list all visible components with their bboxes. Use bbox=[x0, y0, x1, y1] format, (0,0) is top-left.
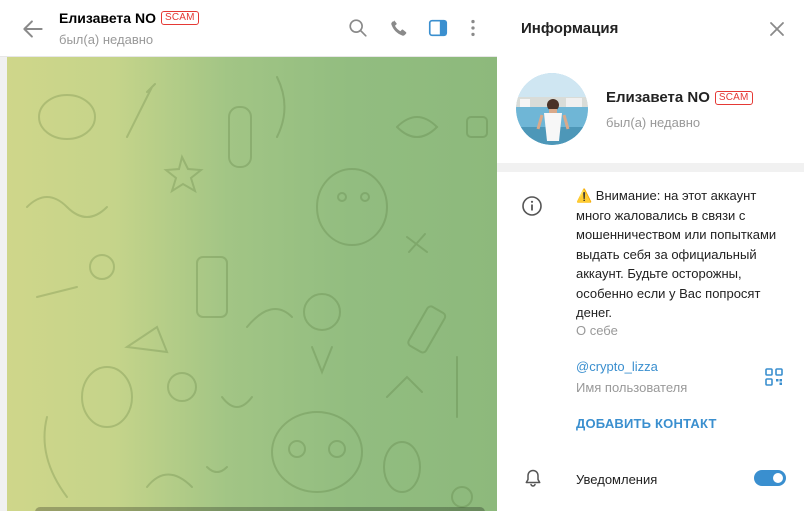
avatar[interactable] bbox=[516, 73, 588, 145]
composer-shadow bbox=[35, 507, 485, 511]
bell-icon bbox=[525, 469, 541, 487]
info-circle-icon bbox=[522, 196, 542, 216]
scam-badge: SCAM bbox=[160, 11, 199, 25]
phone-icon[interactable] bbox=[388, 17, 410, 39]
qr-code-icon[interactable] bbox=[765, 368, 783, 386]
back-arrow-icon[interactable] bbox=[20, 16, 46, 42]
notifications-toggle[interactable] bbox=[754, 470, 786, 486]
about-label: О себе bbox=[576, 323, 618, 338]
toggle-knob bbox=[771, 471, 785, 485]
search-icon[interactable] bbox=[347, 17, 369, 39]
profile-name: Елизавета NO bbox=[606, 89, 710, 106]
profile-scam-badge: SCAM bbox=[714, 90, 753, 105]
username-label: Имя пользователя bbox=[576, 380, 688, 395]
more-vert-icon[interactable] bbox=[462, 17, 484, 39]
info-details: ⚠️ Внимание: на этот аккаунт много жалов… bbox=[497, 172, 804, 511]
notifications-label: Уведомления bbox=[576, 472, 658, 487]
window-gutter bbox=[0, 57, 7, 511]
info-title: Информация bbox=[521, 20, 619, 37]
chat-pane: Елизавета NO SCAM был(а) недавно bbox=[0, 0, 497, 511]
username-link[interactable]: @crypto_lizza bbox=[576, 359, 658, 374]
chat-header: Елизавета NO SCAM был(а) недавно bbox=[0, 0, 497, 57]
chat-name: Елизавета NO bbox=[59, 10, 156, 26]
profile-title: Елизавета NO SCAM bbox=[606, 89, 753, 106]
scam-warning-text: ⚠️ Внимание: на этот аккаунт много жалов… bbox=[576, 188, 777, 320]
chat-background bbox=[7, 57, 497, 511]
add-contact-button[interactable]: ДОБАВИТЬ КОНТАКТ bbox=[576, 416, 717, 431]
info-header: Информация Елизавета NO SCAM был(а) неда… bbox=[497, 0, 804, 163]
sidebar-toggle-icon[interactable] bbox=[427, 17, 449, 39]
chat-status: был(а) недавно bbox=[59, 32, 154, 47]
doodle-pattern bbox=[26, 76, 488, 508]
close-icon[interactable] bbox=[767, 19, 787, 39]
info-panel: Информация Елизавета NO SCAM был(а) неда… bbox=[497, 0, 804, 511]
chat-title[interactable]: Елизавета NO SCAM bbox=[59, 10, 199, 26]
profile-status: был(а) недавно bbox=[606, 115, 701, 130]
